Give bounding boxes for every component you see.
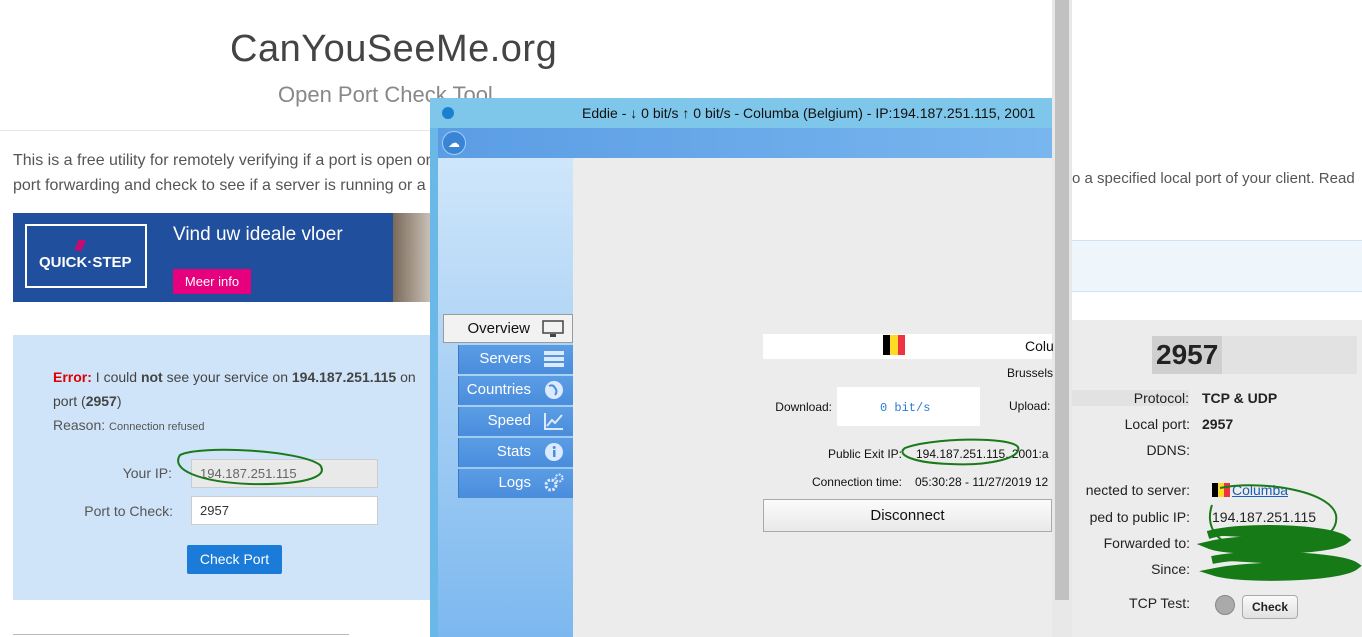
gears-icon <box>543 473 565 493</box>
protocol-value: TCP & UDP <box>1202 390 1278 406</box>
window-title: Eddie - ↓ 0 bit/s ↑ 0 bit/s - Columba (B… <box>582 105 1036 121</box>
reason-value: Connection refused <box>109 421 205 433</box>
site-title[interactable]: CanYouSeeMe.org <box>230 28 557 71</box>
servers-icon <box>543 349 565 369</box>
error-text: see your service on <box>162 369 292 385</box>
scrollbar-thumb[interactable] <box>1055 0 1069 600</box>
tab-stats[interactable]: Stats <box>458 438 573 467</box>
logo-stripes-icon: //// <box>75 237 84 253</box>
ad-brand: QUICK·STEP <box>39 254 132 271</box>
download-value: 0 bit/s <box>880 401 931 415</box>
belgium-flag-icon <box>1212 483 1230 497</box>
reason-label: Reason: <box>53 417 106 433</box>
port-to-check-label: Port to Check: <box>84 503 173 519</box>
intro-line-1: This is a free utility for remotely veri… <box>13 152 431 169</box>
check-port-button[interactable]: Check Port <box>187 545 282 574</box>
tab-label: Logs <box>498 474 531 491</box>
port-forward-panel: 2957 <box>1072 240 1362 637</box>
tcp-status-icon <box>1215 595 1235 615</box>
local-port-value: 2957 <box>1202 416 1234 432</box>
intro-line-2: port forwarding and check to see if a se… <box>13 177 426 194</box>
eddie-app-icon <box>442 107 454 119</box>
chart-icon <box>543 411 565 431</box>
your-ip-label: Your IP: <box>122 465 172 481</box>
connection-time-label: Connection time: <box>811 475 902 489</box>
belgium-flag-icon <box>883 335 905 355</box>
right-intro-text: o a specified local port of your client.… <box>1072 170 1355 187</box>
local-port-label: Local port: <box>1124 416 1190 432</box>
tab-label: Countries <box>466 381 531 398</box>
port-number: 2957 <box>1152 336 1223 374</box>
disconnect-button[interactable]: Disconnect <box>763 499 1052 532</box>
public-exit-ip-value: 194.187.251.115, 2001:a <box>916 447 1049 461</box>
overview-panel <box>573 158 1052 637</box>
ad-more-info-button[interactable]: Meer info <box>173 269 251 294</box>
mapped-ip-label: ped to public IP: <box>1089 509 1190 525</box>
your-ip-field[interactable]: 194.187.251.115 <box>191 459 378 488</box>
port-to-check-input[interactable]: 2957 <box>191 496 378 525</box>
eddie-window: Eddie - ↓ 0 bit/s ↑ 0 bit/s - Columba (B… <box>430 98 1054 637</box>
ad-headline: Vind uw ideale vloer <box>173 224 343 245</box>
protocol-label: Protocol: <box>1072 390 1189 406</box>
info-bar <box>1072 240 1362 292</box>
intro-text: This is a free utility for remotely veri… <box>13 148 433 198</box>
forwarded-label: Forwarded to: <box>1103 535 1190 551</box>
cloud-menu-icon[interactable]: ☁ <box>442 131 466 155</box>
ad-image <box>393 213 433 302</box>
error-message: Error: I could not see your service on 1… <box>53 365 423 413</box>
port-number-box: 2957 <box>1152 336 1357 374</box>
error-ip: 194.187.251.115 <box>291 369 397 385</box>
tab-overview[interactable]: Overview <box>443 314 573 343</box>
since-label: Since: <box>1151 561 1190 577</box>
tab-countries[interactable]: Countries <box>458 376 573 405</box>
eddie-sidebar: Overview Servers Countries Speed Stats L… <box>438 158 573 637</box>
monitor-icon <box>542 319 564 339</box>
eddie-toolbar: ☁ <box>438 128 1052 158</box>
divider <box>13 634 349 635</box>
tab-speed[interactable]: Speed <box>458 407 573 436</box>
tcp-test-label: TCP Test: <box>1129 595 1190 611</box>
connected-server-name: Colu <box>1025 338 1054 354</box>
error-text: ) <box>116 393 122 409</box>
connection-time-value: 05:30:28 - 11/27/2019 12 <box>915 475 1049 489</box>
tab-label: Speed <box>487 412 531 429</box>
port-details: 2957 <box>1072 320 1362 637</box>
tab-label: Overview <box>467 320 530 337</box>
error-text: I could <box>91 369 141 385</box>
tab-label: Stats <box>496 443 531 460</box>
mapped-ip-value: 194.187.251.115 <box>1212 509 1317 525</box>
advertisement-banner[interactable]: //// QUICK·STEP Vind uw ideale vloer Mee… <box>13 213 433 302</box>
tab-label: Servers <box>479 350 531 367</box>
ddns-label: DDNS: <box>1146 442 1190 458</box>
public-exit-ip-label: Public Exit IP: <box>827 447 902 461</box>
connected-server-link[interactable]: Columba <box>1232 482 1288 498</box>
tab-logs[interactable]: Logs <box>458 469 573 498</box>
download-label: Download: <box>775 400 832 414</box>
error-port: 2957 <box>85 393 117 409</box>
quickstep-logo: //// QUICK·STEP <box>25 224 147 288</box>
download-box: 0 bit/s <box>837 387 980 426</box>
window-titlebar[interactable]: Eddie - ↓ 0 bit/s ↑ 0 bit/s - Columba (B… <box>430 98 1052 128</box>
connected-server-box <box>763 334 1052 359</box>
tab-servers[interactable]: Servers <box>458 345 573 374</box>
upload-label: Upload: <box>1009 399 1051 413</box>
tcp-check-button[interactable]: Check <box>1242 595 1298 619</box>
server-location: Brussels <box>1007 366 1054 380</box>
globe-icon <box>543 380 565 400</box>
error-prefix: Error: <box>53 369 92 385</box>
connected-server-label: nected to server: <box>1085 482 1190 498</box>
reason: Reason: Connection refused <box>53 417 204 433</box>
error-not: not <box>140 369 163 385</box>
info-icon <box>543 442 565 462</box>
